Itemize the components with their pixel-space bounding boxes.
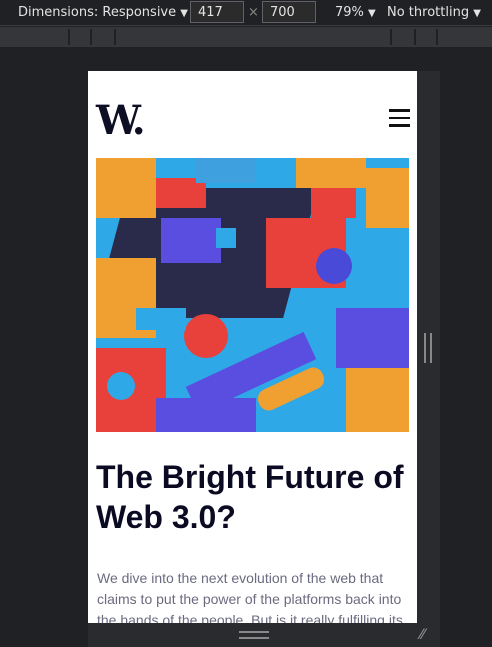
corner-resize-icon[interactable]: ⁄⁄ <box>420 627 425 643</box>
throttling-dropdown[interactable]: No throttling ▼ <box>387 5 481 20</box>
device-toolbar: Dimensions: Responsive ▼ 417 × 700 79% ▼… <box>0 0 492 26</box>
resize-handle-icon[interactable] <box>424 333 432 363</box>
hamburger-icon[interactable] <box>389 109 410 132</box>
site-logo[interactable]: W. <box>96 97 146 144</box>
width-input[interactable]: 417 <box>190 1 244 23</box>
viewport: W. The Bright Future of Web 3.0? We dive… <box>88 71 417 623</box>
caret-down-icon: ▼ <box>180 8 188 19</box>
caret-down-icon: ▼ <box>473 8 481 19</box>
resize-handle-icon[interactable] <box>239 631 269 639</box>
article-title[interactable]: The Bright Future of Web 3.0? <box>96 457 414 537</box>
hero-image <box>96 158 409 432</box>
caret-down-icon: ▼ <box>368 8 376 19</box>
height-input[interactable]: 700 <box>262 1 316 23</box>
zoom-dropdown[interactable]: 79% ▼ <box>335 5 376 20</box>
zoom-label: 79% <box>335 5 364 20</box>
throttling-label: No throttling <box>387 5 470 20</box>
media-query-bar[interactable] <box>0 27 492 47</box>
dimensions-label: Dimensions: Responsive <box>18 5 177 20</box>
times-separator: × <box>248 5 259 20</box>
dimensions-dropdown[interactable]: Dimensions: Responsive ▼ <box>18 5 188 20</box>
article-excerpt: We dive into the next evolution of the w… <box>97 570 403 623</box>
